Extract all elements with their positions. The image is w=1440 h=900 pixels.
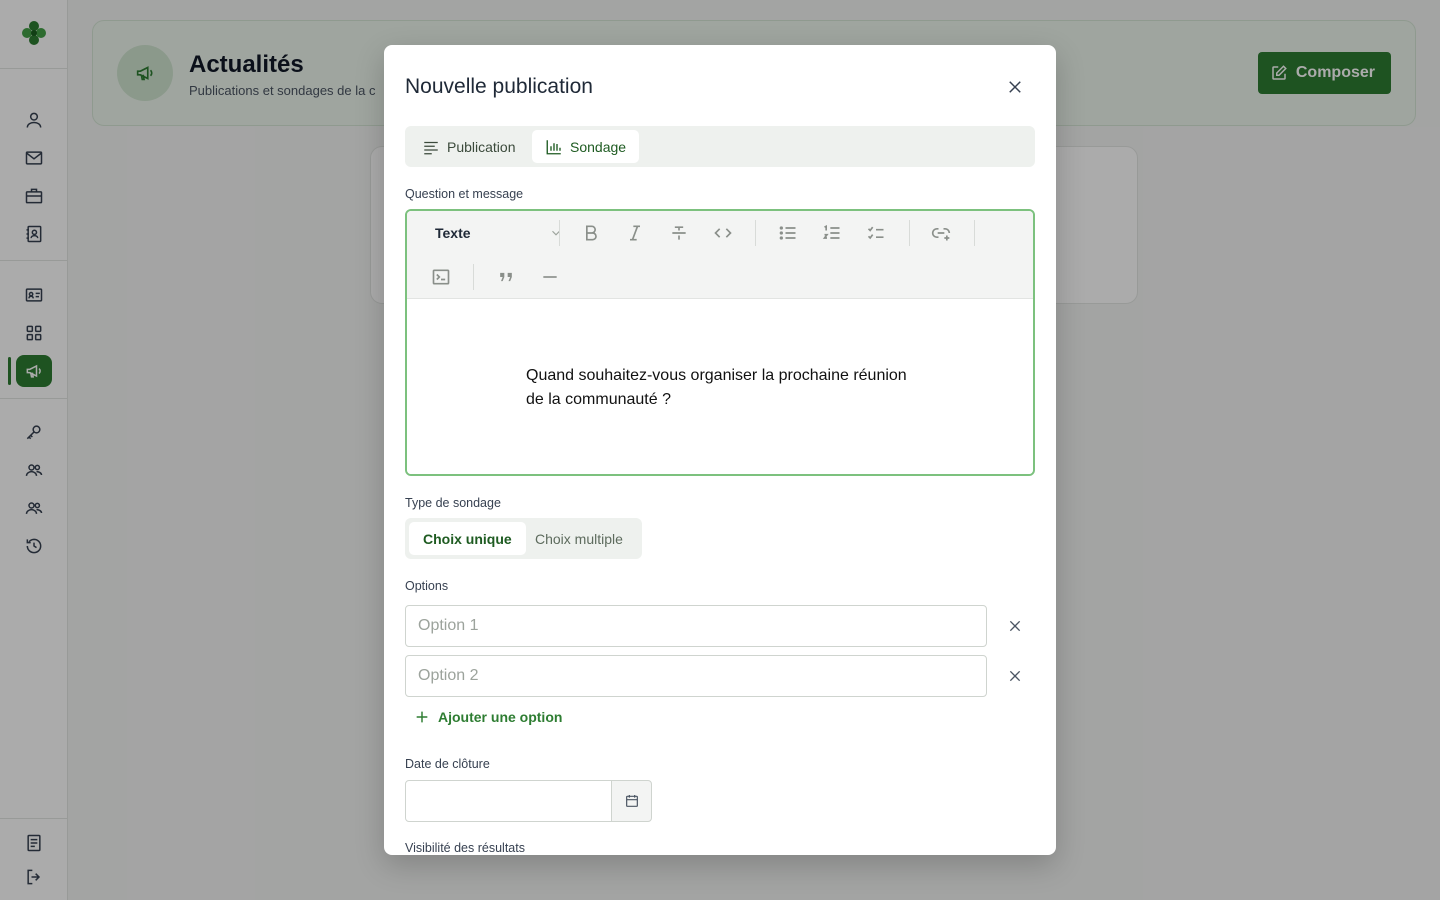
quote-button[interactable] [492, 263, 520, 291]
rich-text-editor: Texte Quand souhaitez-vous organiser la … [405, 209, 1035, 476]
closing-date-input[interactable] [405, 780, 612, 822]
checklist-icon [867, 226, 884, 240]
quote-icon [500, 272, 512, 282]
tab-sondage[interactable]: Sondage [532, 130, 640, 163]
toolbar-divider [755, 220, 756, 246]
link-icon [931, 228, 951, 241]
close-button[interactable] [1002, 74, 1028, 100]
option-2-input[interactable]: Option 2 [405, 655, 987, 697]
chevron-down-icon [552, 230, 560, 236]
multiple-choice-button[interactable]: Choix multiple [521, 522, 637, 555]
calendar-icon [625, 795, 638, 807]
poll-type-selector: Choix unique Choix multiple [405, 518, 642, 559]
strikethrough-icon [672, 226, 686, 240]
date-picker-button[interactable] [611, 780, 652, 822]
add-option-label: Ajouter une option [438, 709, 563, 725]
strikethrough-button[interactable] [665, 219, 693, 247]
code-icon [714, 228, 732, 238]
toolbar-divider [473, 264, 474, 290]
results-visibility-label: Visibilité des résultats [405, 841, 525, 855]
poll-type-label: Type de sondage [405, 496, 501, 510]
horizontal-rule-icon [543, 276, 557, 278]
bold-icon [586, 225, 597, 241]
bullet-list-button[interactable] [774, 219, 802, 247]
post-type-tabs: Publication Sondage [405, 126, 1035, 167]
question-label: Question et message [405, 187, 524, 201]
closing-date-label: Date de clôture [405, 757, 490, 771]
editor-toolbar: Texte [407, 211, 1033, 299]
new-post-modal: Nouvelle publication Publication Sondage… [384, 45, 1056, 855]
close-icon [1009, 81, 1021, 93]
remove-option-1-button[interactable] [1004, 615, 1026, 637]
tab-label: Sondage [570, 138, 627, 155]
editor-text: Quand souhaitez-vous organiser la procha… [526, 364, 926, 412]
toolbar-divider [909, 220, 910, 246]
single-choice-button[interactable]: Choix unique [409, 522, 526, 555]
block-type-value: Texte [435, 225, 471, 241]
option-1-input[interactable]: Option 1 [405, 605, 987, 647]
terminal-icon [432, 269, 450, 285]
code-button[interactable] [709, 219, 737, 247]
link-button[interactable] [927, 219, 955, 247]
add-option-button[interactable]: Ajouter une option [414, 709, 562, 725]
bold-button[interactable] [577, 219, 605, 247]
close-icon [1009, 620, 1021, 632]
toolbar-divider [559, 220, 560, 246]
options-label: Options [405, 579, 449, 593]
bullet-list-icon [779, 226, 796, 240]
horizontal-rule-button[interactable] [536, 263, 564, 291]
modal-title: Nouvelle publication [405, 75, 593, 98]
bar-chart-icon [546, 139, 561, 154]
plus-icon [416, 711, 428, 723]
tab-label: Publication [447, 138, 516, 155]
editor-line: Quand souhaitez-vous organiser la procha… [526, 367, 907, 384]
numbered-list-icon [822, 224, 840, 239]
block-type-select[interactable]: Texte [435, 219, 563, 247]
text-lines-icon [424, 141, 438, 154]
editor-content-area[interactable]: Quand souhaitez-vous organiser la procha… [407, 299, 1033, 474]
numbered-list-button[interactable] [818, 219, 846, 247]
editor-line: de la communauté ? [526, 391, 671, 408]
toolbar-divider [974, 220, 975, 246]
remove-option-2-button[interactable] [1004, 665, 1026, 687]
code-block-button[interactable] [427, 263, 455, 291]
task-list-button[interactable] [862, 219, 890, 247]
italic-button[interactable] [621, 219, 649, 247]
tab-publication[interactable]: Publication [409, 130, 529, 163]
italic-icon [630, 225, 640, 241]
close-icon [1009, 670, 1021, 682]
